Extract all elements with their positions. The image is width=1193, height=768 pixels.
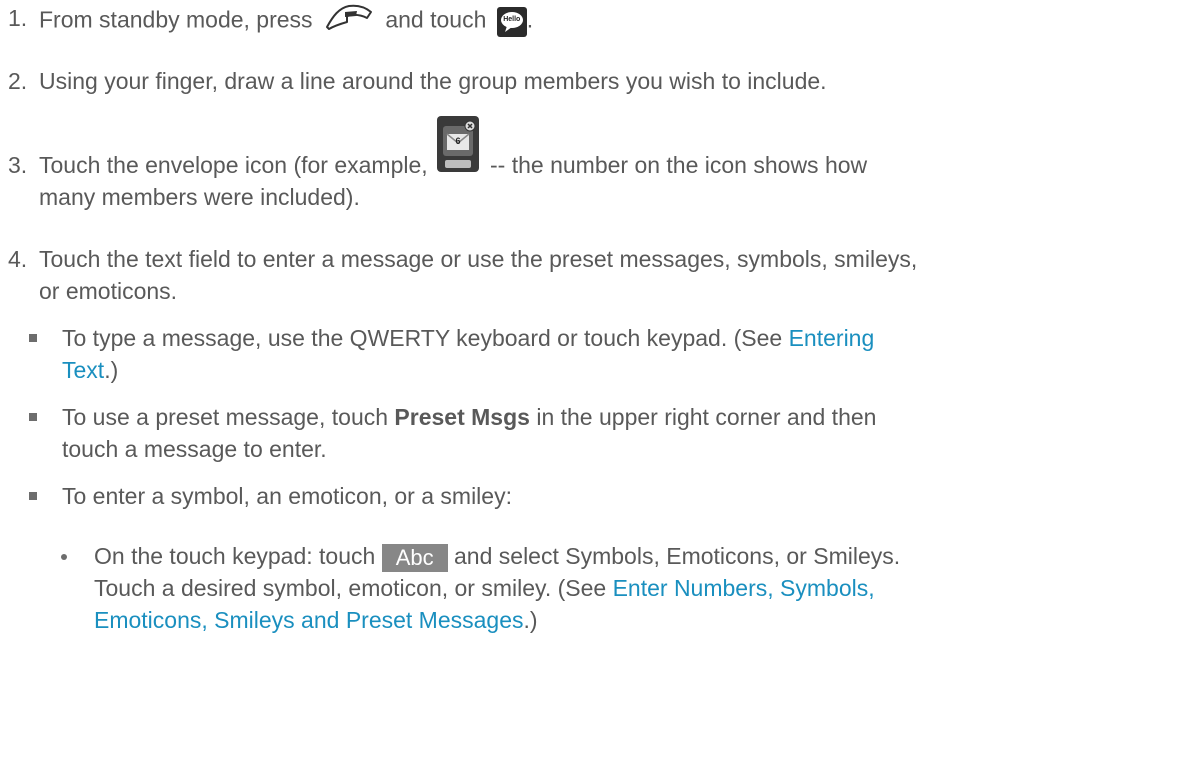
sub-bullet-marker <box>61 554 67 560</box>
sub-bullet-line2: Touch a desired symbol, emoticon, or smi… <box>94 572 875 605</box>
enter-numbers-link[interactable]: Emoticons, Smileys and Preset Messages <box>94 607 524 633</box>
step-number: 2. <box>8 68 28 94</box>
sub-bullet-text: On the touch keypad: touch <box>94 543 376 569</box>
step-text: -- the number on the icon shows how <box>490 152 868 178</box>
step-text: many members were included). <box>39 184 360 210</box>
step-text: Touch the envelope icon (for example, <box>39 152 428 178</box>
bullet-marker <box>29 413 37 421</box>
step-3-line2: many members were included). <box>39 181 360 214</box>
bullet-3: To enter a symbol, an emoticon, or a smi… <box>62 480 512 513</box>
sub-bullet-text: Touch a desired symbol, emoticon, or smi… <box>94 575 607 601</box>
step-text: Touch the text field to enter a message … <box>39 246 918 272</box>
bullet-marker <box>29 334 37 342</box>
bullet-1-line2: Text.) <box>62 357 119 383</box>
step-text: From standby mode, press <box>39 6 313 33</box>
bullet-marker <box>29 492 37 500</box>
step-3-cont: -- the number on the icon shows how <box>490 149 867 182</box>
hello-app-icon: Hello <box>496 6 527 37</box>
step-text: and touch <box>385 6 487 33</box>
step-4-line2: or emoticons. <box>39 275 177 308</box>
step-number: 1. <box>8 5 28 31</box>
bullet-2: To use a preset message, touch Preset Ms… <box>62 401 876 434</box>
bullet-text: To enter a symbol, an emoticon, or a smi… <box>62 483 512 509</box>
sub-bullet-text: and select Symbols, Emoticons, or Smiley… <box>454 543 901 569</box>
talk-key-icon <box>323 2 375 41</box>
preset-msgs-label: Preset Msgs <box>394 404 530 430</box>
step-text: or emoticons. <box>39 278 178 304</box>
entering-text-link[interactable]: Entering <box>789 325 875 351</box>
enter-numbers-link[interactable]: Enter Numbers, Symbols, <box>613 575 875 601</box>
envelope-count: 6 <box>455 136 461 146</box>
sub-bullet-line3: Emoticons, Smileys and Preset Messages.) <box>94 607 538 633</box>
hello-label: Hello <box>503 15 521 23</box>
step-text: Using your finger, draw a line around th… <box>39 68 827 94</box>
bullet-2-line2: touch a message to enter. <box>62 433 327 466</box>
envelope-count-icon: 6 <box>437 116 479 172</box>
bullet-text: To use a preset message, touch <box>62 404 389 430</box>
step-number: 4. <box>8 246 28 272</box>
bullet-text: touch a message to enter. <box>62 436 327 462</box>
bullet-text: in the upper right corner and then <box>536 404 877 430</box>
bullet-1: To type a message, use the QWERTY keyboa… <box>62 322 874 355</box>
step-number: 3. <box>8 152 28 178</box>
bullet-text: To type a message, use the QWERTY keyboa… <box>62 325 783 351</box>
abc-key: Abc <box>381 543 448 572</box>
entering-text-link[interactable]: Text <box>62 357 104 383</box>
sub-bullet: On the touch keypad: touch Abc and selec… <box>94 540 900 573</box>
